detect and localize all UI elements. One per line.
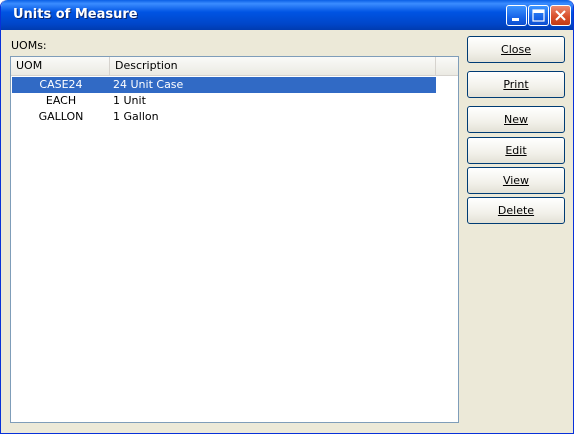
minimize-icon	[512, 18, 519, 21]
cell-description: 1 Gallon	[113, 110, 159, 123]
cell-uom: EACH	[45, 94, 77, 107]
units-of-measure-window: Units of Measure UOMs: UOM Description C…	[0, 0, 574, 434]
title-bar[interactable]: Units of Measure	[1, 0, 573, 30]
table-row[interactable]: GALLON 1 Gallon	[12, 109, 436, 125]
close-window-button[interactable]	[550, 5, 571, 26]
edit-button[interactable]: Edit	[467, 137, 565, 164]
table-row[interactable]: EACH 1 Unit	[12, 93, 436, 109]
window-title: Units of Measure	[13, 7, 138, 22]
column-header-filler	[436, 57, 458, 75]
edit-button-label: Edit	[505, 144, 527, 157]
view-button-label: View	[502, 174, 530, 187]
cell-uom: GALLON	[38, 110, 84, 123]
close-button-label: Close	[501, 43, 531, 56]
list-header: UOM Description	[11, 57, 458, 76]
delete-button-label: Delete	[497, 204, 535, 217]
delete-button[interactable]: Delete	[467, 197, 565, 224]
cell-description: 24 Unit Case	[113, 78, 184, 91]
new-button-label: New	[504, 113, 528, 126]
close-button[interactable]: Close	[467, 36, 565, 63]
cell-uom: CASE24	[39, 78, 83, 91]
maximize-icon	[532, 9, 545, 22]
table-row[interactable]: CASE24 24 Unit Case	[12, 77, 436, 93]
view-button[interactable]: View	[467, 167, 565, 194]
minimize-button[interactable]	[506, 5, 527, 26]
new-button[interactable]: New	[467, 106, 565, 133]
print-button-label: Print	[503, 78, 529, 91]
maximize-button[interactable]	[528, 5, 549, 26]
column-header-uom[interactable]: UOM	[11, 57, 110, 75]
close-icon	[555, 10, 566, 21]
cell-description: 1 Unit	[113, 94, 146, 107]
column-header-description[interactable]: Description	[110, 57, 436, 75]
uoms-label: UOMs:	[11, 39, 47, 52]
uom-list[interactable]: UOM Description CASE24 24 Unit Case EACH…	[10, 56, 459, 423]
print-button[interactable]: Print	[467, 71, 565, 98]
